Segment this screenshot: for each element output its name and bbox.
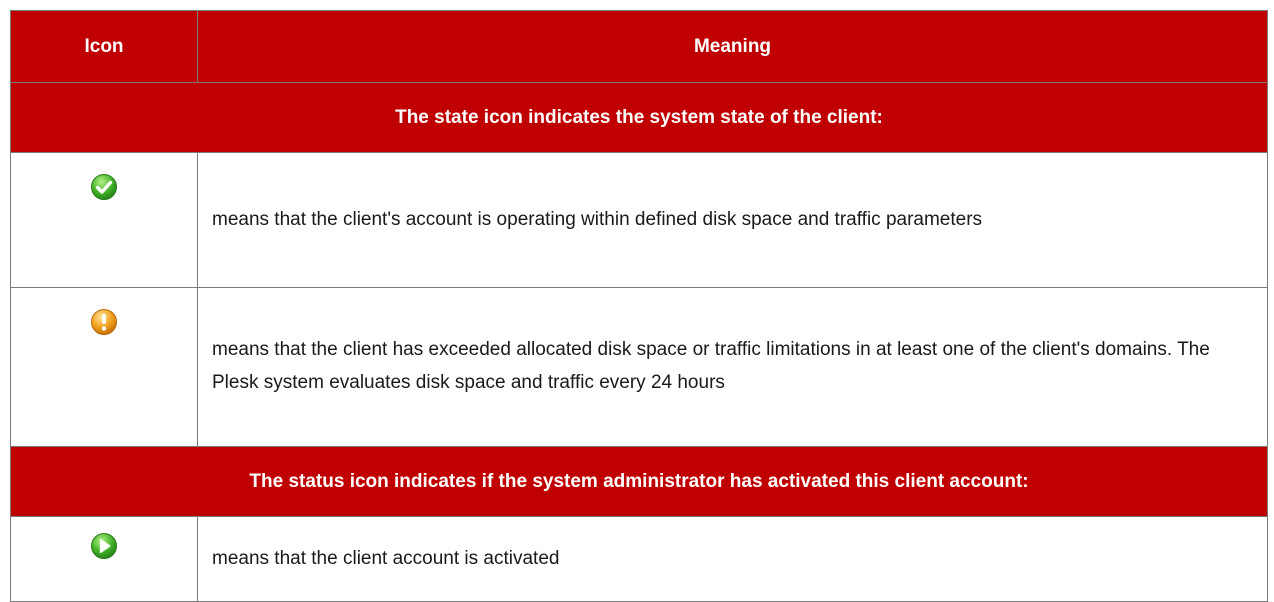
meaning-text: means that the client has exceeded alloc…	[197, 287, 1268, 447]
check-circle-icon	[90, 173, 118, 201]
play-activated-icon	[90, 532, 118, 560]
section-row-state: The state icon indicates the system stat…	[10, 82, 1268, 153]
icon-cell	[10, 152, 198, 288]
section-title-state: The state icon indicates the system stat…	[10, 82, 1268, 153]
icon-column-header: Icon	[10, 10, 198, 83]
header-row: Icon Meaning	[10, 10, 1268, 83]
table-row: means that the client's account is opera…	[10, 152, 1268, 288]
table-row: means that the client account is activat…	[10, 516, 1268, 602]
meaning-column-header: Meaning	[197, 10, 1268, 83]
warning-exclamation-icon	[90, 308, 118, 336]
table-row: means that the client has exceeded alloc…	[10, 287, 1268, 447]
icon-legend-table: Icon Meaning The state icon indicates th…	[10, 10, 1268, 602]
icon-cell	[10, 287, 198, 447]
section-title-status: The status icon indicates if the system …	[10, 446, 1268, 517]
section-row-status: The status icon indicates if the system …	[10, 446, 1268, 517]
icon-cell	[10, 516, 198, 602]
meaning-text: means that the client's account is opera…	[197, 152, 1268, 288]
meaning-text: means that the client account is activat…	[197, 516, 1268, 602]
